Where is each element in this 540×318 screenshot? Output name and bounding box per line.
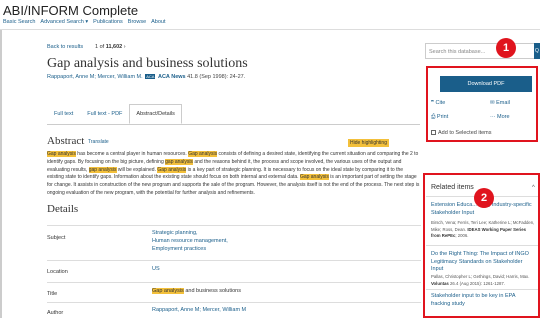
location-value[interactable]: US	[152, 266, 160, 274]
download-pdf-button[interactable]: Download PDF	[440, 76, 532, 92]
email-button[interactable]: ✉ Email	[490, 100, 510, 106]
subject-strategic-planning[interactable]: Strategic planning,	[152, 230, 228, 238]
title-value: Gap analysis and business solutions	[152, 288, 241, 294]
annotation-badge-1: 1	[496, 38, 516, 58]
record-tabs: Full text Full text - PDF Abstract/Detai…	[47, 104, 182, 124]
author-link[interactable]: Rappaport, Anne M; Mercer, William M	[47, 74, 141, 80]
nav-publications[interactable]: Publications	[93, 19, 123, 25]
journal-link[interactable]: ACA News	[158, 74, 186, 80]
more-button[interactable]: ··· More	[490, 114, 510, 120]
nav-advanced-search[interactable]: Advanced Search ▾	[40, 19, 88, 25]
subject-values: Strategic planning, Human resource manag…	[152, 230, 228, 253]
app-title: ABI/INFORM Complete	[3, 3, 139, 18]
abstract-text: Gap analysis has become a central player…	[47, 151, 420, 196]
related-item-3-title[interactable]: Stakeholder input to be key in EPA frack…	[431, 293, 536, 308]
cite-button[interactable]: ❞ Cite	[431, 100, 445, 106]
location-label: Location	[47, 269, 68, 275]
nav-basic-search[interactable]: Basic Search	[3, 19, 35, 25]
byline: Rappaport, Anne M; Mercer, William M. AC…	[47, 74, 246, 80]
tabs-divider	[47, 124, 420, 125]
main-nav: Basic Search Advanced Search ▾ Publicati…	[3, 19, 166, 25]
related-items-heading: Related items	[431, 184, 474, 191]
details-row-title: Title Gap analysis and business solution…	[47, 282, 421, 302]
checkbox-icon[interactable]	[431, 130, 436, 136]
tab-full-text[interactable]: Full text	[47, 104, 80, 124]
nav-browse[interactable]: Browse	[128, 19, 146, 25]
subject-employment-practices[interactable]: Employment practices	[152, 246, 228, 254]
citation-info: 41.8 (Sep 1998): 24-27.	[187, 74, 246, 80]
author-value[interactable]: Rappaport, Anne M; Mercer, William M	[152, 307, 246, 315]
aca-icon: ACA	[145, 74, 156, 79]
tab-full-text-pdf[interactable]: Full text - PDF	[80, 104, 129, 124]
next-result-arrow[interactable]: ›	[124, 44, 126, 50]
print-button[interactable]: ⎙ Print	[431, 114, 448, 121]
related-item-2-meta: Pallas, Christopher L; Gethings, David; …	[431, 274, 530, 286]
details-row-location: Location US	[47, 260, 421, 282]
related-item-2-title[interactable]: Do the Right Thing: The Impact of INGO L…	[431, 251, 536, 274]
title-label: Title	[47, 291, 58, 297]
search-input[interactable]: Search this database...	[425, 43, 535, 59]
search-button[interactable]: Q	[534, 43, 540, 59]
details-row-subject: Subject Strategic planning, Human resour…	[47, 225, 421, 257]
author-label: Author	[47, 310, 64, 316]
related-item-1-meta: Birsch, Vena; Ferris, Teri Lee; Katherin…	[431, 220, 535, 238]
details-row-author: Author Rappaport, Anne M; Mercer, Willia…	[47, 302, 421, 318]
annotation-badge-2: 2	[474, 188, 494, 208]
tab-abstract-details[interactable]: Abstract/Details	[129, 104, 182, 124]
left-border	[0, 30, 2, 318]
document-title: Gap analysis and business solutions	[47, 56, 248, 71]
collapse-caret-icon[interactable]: ^	[532, 185, 535, 191]
add-to-selected-items[interactable]: Add to Selected items	[431, 130, 492, 136]
back-to-results-link[interactable]: Back to results	[47, 44, 83, 50]
top-bar: ABI/INFORM Complete Basic Search Advance…	[0, 0, 540, 30]
nav-about[interactable]: About	[151, 19, 165, 25]
hide-highlighting-button[interactable]: Hide highlighting	[348, 139, 389, 147]
translate-link[interactable]: Translate	[88, 139, 109, 145]
result-counter: 1 of 11,602 ›	[95, 44, 126, 50]
subject-hrm[interactable]: Human resource management,	[152, 238, 228, 246]
related-divider	[426, 245, 538, 246]
subject-label: Subject	[47, 235, 66, 241]
related-divider	[426, 289, 538, 290]
details-heading: Details	[47, 203, 79, 215]
abstract-heading: Abstract	[47, 135, 85, 147]
